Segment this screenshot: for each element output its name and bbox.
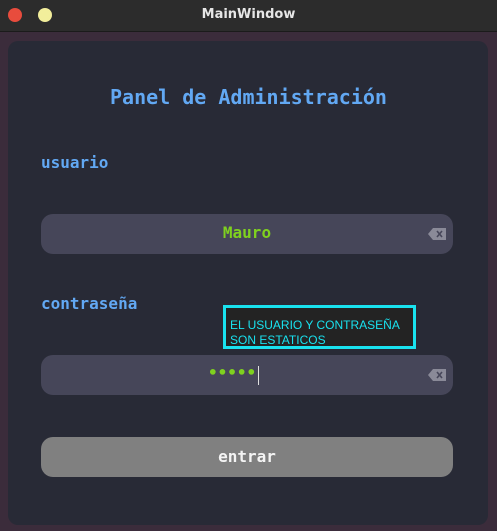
password-field[interactable]: ••••• — [41, 355, 453, 395]
clear-input-icon[interactable] — [428, 369, 446, 381]
password-label: contraseña — [41, 294, 138, 313]
username-label: usuario — [41, 153, 109, 172]
window-title: MainWindow — [201, 7, 296, 22]
text-caret — [258, 366, 259, 385]
enter-button[interactable]: entrar — [41, 437, 453, 477]
username-field[interactable]: Mauro — [41, 214, 453, 254]
password-value[interactable]: ••••• — [208, 363, 256, 382]
title-bar: MainWindow — [0, 0, 497, 32]
clear-input-icon[interactable] — [428, 228, 446, 240]
credentials-tooltip: EL USUARIO Y CONTRASEÑA SON ESTATICOS — [223, 305, 416, 349]
tooltip-line-2: SON ESTATICOS — [230, 333, 326, 347]
tooltip-line-1: EL USUARIO Y CONTRASEÑA — [230, 318, 400, 332]
username-value[interactable]: Mauro — [41, 223, 453, 242]
page-title: Panel de Administración — [110, 85, 387, 109]
